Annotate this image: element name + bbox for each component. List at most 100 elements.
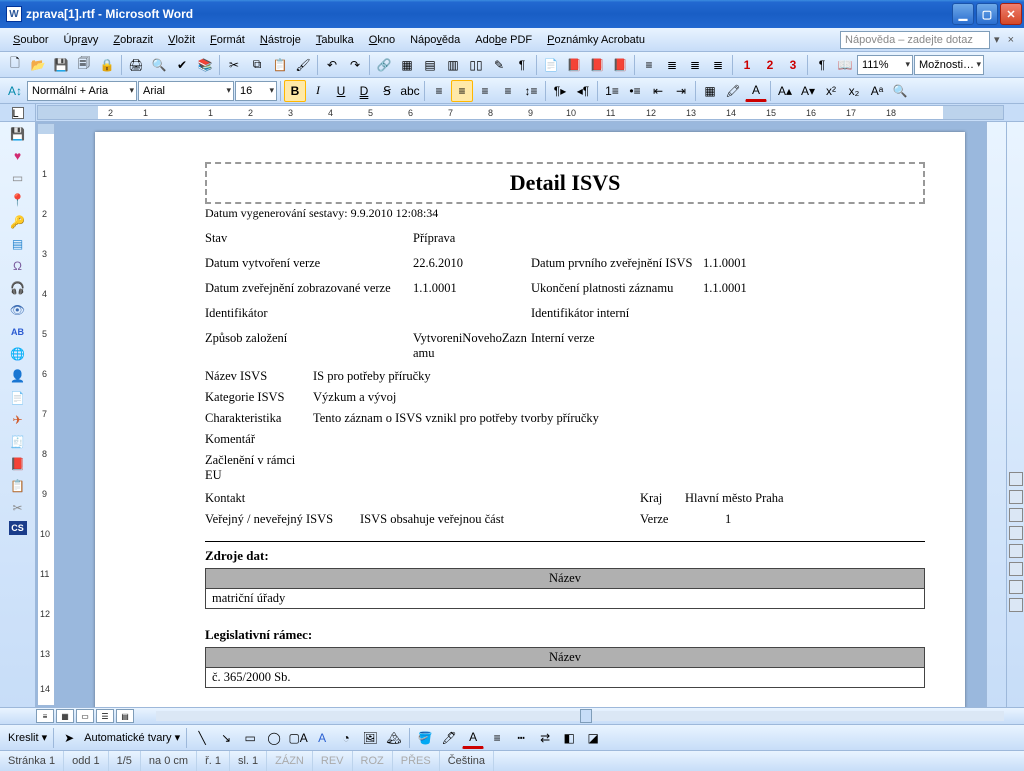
menu-napoveda[interactable]: Nápověda bbox=[403, 32, 467, 48]
linespace-button[interactable]: ↕≡ bbox=[520, 80, 542, 102]
menu-format[interactable]: Formát bbox=[203, 32, 252, 48]
drawing-button[interactable]: ✎ bbox=[488, 54, 510, 76]
saveall-button[interactable]: 🗐 bbox=[73, 54, 95, 76]
rt1[interactable] bbox=[1009, 472, 1023, 486]
para-button[interactable]: ¶ bbox=[811, 54, 833, 76]
arrow-button[interactable]: ↘ bbox=[215, 727, 237, 749]
plane-icon[interactable]: ✈ bbox=[9, 411, 27, 429]
superscript-button[interactable]: x² bbox=[820, 80, 842, 102]
ltr-button[interactable]: ¶▸ bbox=[549, 80, 571, 102]
view-print[interactable]: ▭ bbox=[76, 709, 94, 723]
omega-icon[interactable]: Ω bbox=[9, 257, 27, 275]
style-combo[interactable]: Normální + Aria bbox=[27, 81, 137, 101]
align-justify-button[interactable]: ≡ bbox=[497, 80, 519, 102]
close-button[interactable]: ✕ bbox=[1000, 3, 1022, 25]
format-painter-button[interactable]: 🖌 bbox=[292, 54, 314, 76]
save-disk-icon[interactable]: 💾 bbox=[9, 125, 27, 143]
rt5[interactable] bbox=[1009, 544, 1023, 558]
acrobat3-button[interactable]: 📕 bbox=[609, 54, 631, 76]
maximize-button[interactable]: ▢ bbox=[976, 3, 998, 25]
zoom-combo[interactable]: 111% bbox=[857, 55, 913, 75]
columns-button[interactable]: ▯▯ bbox=[465, 54, 487, 76]
dunderline-button[interactable]: D bbox=[353, 80, 375, 102]
horizontal-ruler[interactable]: 2 1 1 2 3 4 5 6 7 8 9 10 11 12 13 14 15 … bbox=[37, 105, 1004, 120]
preview-button[interactable]: 🔍 bbox=[148, 54, 170, 76]
paste-button[interactable]: 📋 bbox=[269, 54, 291, 76]
status-ovr[interactable]: PŘES bbox=[393, 751, 440, 771]
menu-vlozit[interactable]: Vložit bbox=[161, 32, 202, 48]
tables-borders-button[interactable]: ▦ bbox=[396, 54, 418, 76]
heart-icon[interactable]: ♥ bbox=[9, 147, 27, 165]
zoomtool-button[interactable]: 🔍 bbox=[889, 80, 911, 102]
pdf-icon[interactable]: 📕 bbox=[9, 455, 27, 473]
status-ext[interactable]: ROZ bbox=[353, 751, 393, 771]
page-icon[interactable]: ▭ bbox=[9, 169, 27, 187]
options-button[interactable]: Možnosti… bbox=[914, 55, 984, 75]
draw-menu[interactable]: Kreslit ▾ bbox=[6, 731, 49, 744]
shadow-button[interactable]: ◧ bbox=[558, 727, 580, 749]
note-icon[interactable]: ▤ bbox=[9, 235, 27, 253]
rt2[interactable] bbox=[1009, 490, 1023, 504]
rt7[interactable] bbox=[1009, 580, 1023, 594]
ins-4-button[interactable]: ≣ bbox=[707, 54, 729, 76]
font-combo[interactable]: Arial bbox=[138, 81, 234, 101]
view-web[interactable]: ▦ bbox=[56, 709, 74, 723]
copy-button[interactable]: ⧉ bbox=[246, 54, 268, 76]
num1-button[interactable]: 1 bbox=[736, 54, 758, 76]
showmark-button[interactable]: 📄 bbox=[540, 54, 562, 76]
status-rev[interactable]: REV bbox=[313, 751, 353, 771]
minimize-button[interactable]: ▁ bbox=[952, 3, 974, 25]
open-button[interactable]: 📂 bbox=[27, 54, 49, 76]
align-center-button[interactable]: ≡ bbox=[451, 80, 473, 102]
ins-2-button[interactable]: ≣ bbox=[661, 54, 683, 76]
highlight-button[interactable]: 🖍 bbox=[722, 80, 744, 102]
globe-icon[interactable]: 🌐 bbox=[9, 345, 27, 363]
menu-tabulka[interactable]: Tabulka bbox=[309, 32, 361, 48]
ins-3-button[interactable]: ≣ bbox=[684, 54, 706, 76]
charfmt-button[interactable]: Aᵃ bbox=[866, 80, 888, 102]
borders-button[interactable]: ▦ bbox=[699, 80, 721, 102]
align-right-button[interactable]: ≡ bbox=[474, 80, 496, 102]
document-area[interactable]: Detail ISVS Datum vygenerování sestavy: … bbox=[56, 122, 986, 707]
headphones-icon[interactable]: 🎧 bbox=[9, 279, 27, 297]
print-button[interactable]: 🖨 bbox=[125, 54, 147, 76]
ins-1-button[interactable]: ≡ bbox=[638, 54, 660, 76]
status-rec[interactable]: ZÁZN bbox=[267, 751, 313, 771]
cs-icon[interactable]: CS bbox=[9, 521, 27, 535]
person-icon[interactable]: 👤 bbox=[9, 367, 27, 385]
bullets-button[interactable]: •≡ bbox=[624, 80, 646, 102]
wordart-button[interactable]: A bbox=[311, 727, 333, 749]
rt8[interactable] bbox=[1009, 598, 1023, 612]
num2-button[interactable]: 2 bbox=[759, 54, 781, 76]
3d-button[interactable]: ◪ bbox=[582, 727, 604, 749]
vertical-ruler[interactable]: 1 2 3 4 5 6 7 8 9 10 11 12 13 14 bbox=[37, 123, 55, 706]
arrow-style-button[interactable]: ⇄ bbox=[534, 727, 556, 749]
rt4[interactable] bbox=[1009, 526, 1023, 540]
acrobat1-button[interactable]: 📕 bbox=[563, 54, 585, 76]
style-quick-button[interactable]: A↕ bbox=[4, 80, 26, 102]
textbox-button[interactable]: ▢A bbox=[287, 727, 309, 749]
undo-button[interactable]: ↶ bbox=[321, 54, 343, 76]
menu-zobrazit[interactable]: Zobrazit bbox=[106, 32, 160, 48]
ab-icon[interactable]: AB bbox=[9, 323, 27, 341]
menu-dropdown-icon[interactable]: ▾ bbox=[990, 33, 1004, 46]
menu-nastroje[interactable]: Nástroje bbox=[253, 32, 308, 48]
menu-upravy[interactable]: Úpravy bbox=[56, 32, 105, 48]
menu-soubor[interactable]: Soubor bbox=[6, 32, 55, 48]
doc-icon[interactable]: 📄 bbox=[9, 389, 27, 407]
font-color2-button[interactable]: A bbox=[462, 727, 484, 749]
strikethrough-button[interactable]: Ꞩ bbox=[376, 80, 398, 102]
scissors-icon[interactable]: ✂ bbox=[9, 499, 27, 517]
insert-table-button[interactable]: ▤ bbox=[419, 54, 441, 76]
help-input[interactable] bbox=[840, 31, 990, 49]
clipart-button[interactable]: 🖼 bbox=[359, 727, 381, 749]
diagram-button[interactable]: ◔ bbox=[335, 727, 357, 749]
underline-button[interactable]: U bbox=[330, 80, 352, 102]
num3-button[interactable]: 3 bbox=[782, 54, 804, 76]
excel-button[interactable]: ▥ bbox=[442, 54, 464, 76]
view-normal[interactable]: ≡ bbox=[36, 709, 54, 723]
redo-button[interactable]: ↷ bbox=[344, 54, 366, 76]
read-button[interactable]: 📖 bbox=[834, 54, 856, 76]
vertical-scrollbar[interactable] bbox=[986, 122, 1006, 707]
docmap-button[interactable]: ¶ bbox=[511, 54, 533, 76]
